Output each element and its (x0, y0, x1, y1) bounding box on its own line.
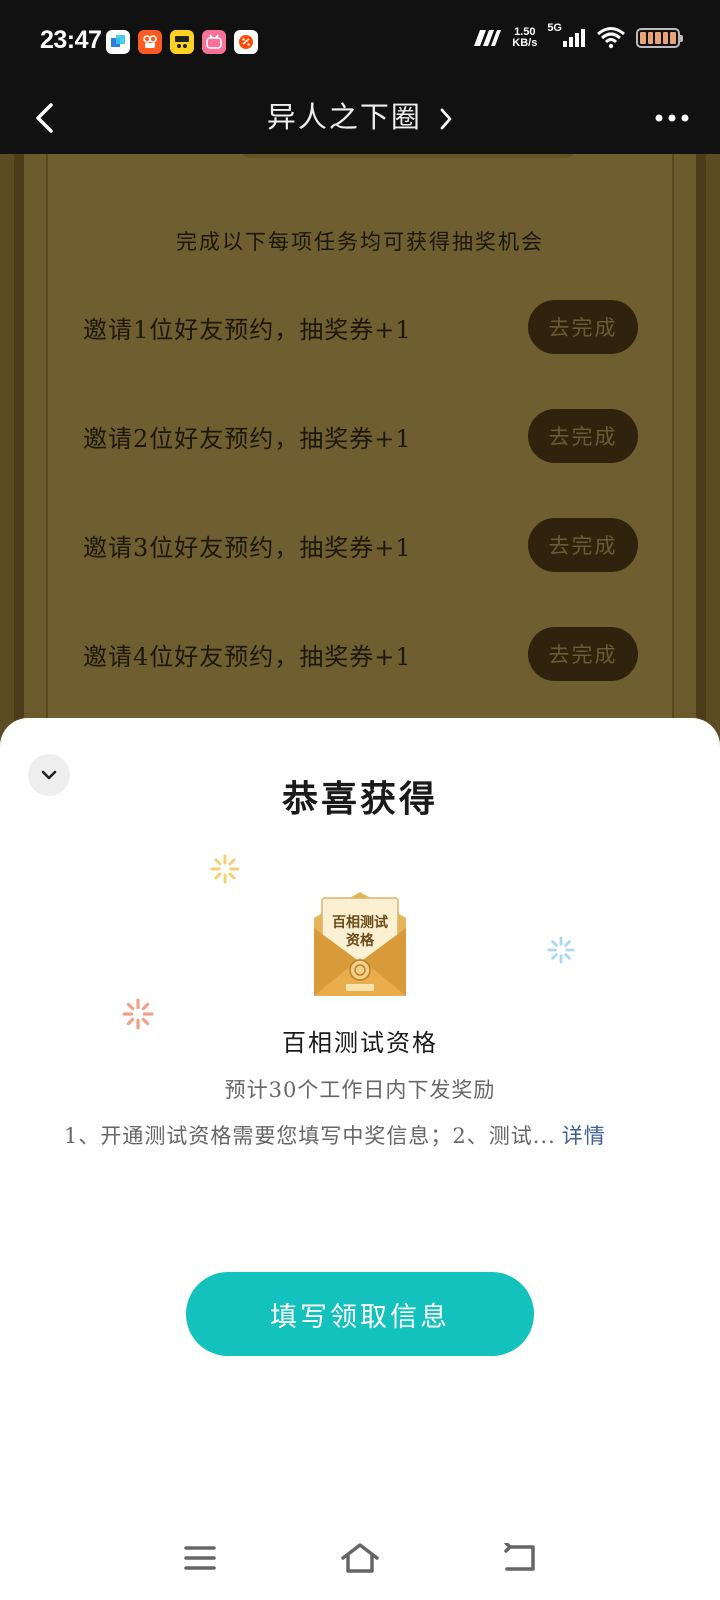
net-speed-unit: KB/s (512, 37, 538, 49)
prize-image-text: 百相测试资格 (332, 915, 388, 949)
task-complete-button[interactable]: 去完成 (528, 409, 638, 463)
circle-title[interactable]: 异人之下圈 (0, 94, 720, 136)
task-row: 邀请1位好友预约，抽奖券+1 去完成 (0, 300, 720, 354)
task-label: 邀请4位好友预约，抽奖券+1 (83, 643, 412, 671)
signal-icon (563, 29, 585, 47)
bilibili-icon (202, 30, 226, 54)
net-speed: 1.50 KB/s (512, 27, 537, 49)
prize-sheet: 恭喜获得 百相测试资格 百相测试资格 预计30个工作日内下发奖励 1、开通测试资… (0, 718, 720, 1600)
taobao-icon (234, 30, 258, 54)
kuaishou-icon (138, 30, 162, 54)
task-row: 邀请4位好友预约，抽奖券+1 去完成 (0, 627, 720, 681)
sparkle-icon (210, 854, 240, 884)
nfc-icon (474, 30, 502, 46)
task-complete-button[interactable]: 去完成 (528, 627, 638, 681)
return-icon (504, 1543, 535, 1571)
network-type: 5G (547, 22, 562, 34)
chevron-right-icon (440, 108, 452, 130)
battery-icon (636, 28, 683, 48)
tasks-intro: 完成以下每项任务均可获得抽奖机会 (176, 230, 544, 254)
page-title: 异人之下圈 (266, 100, 422, 134)
menu-icon (184, 1546, 216, 1570)
home-icon (341, 1543, 379, 1573)
top-nav: 异人之下圈 (0, 82, 720, 154)
home-button[interactable] (338, 1538, 382, 1578)
task-complete-button[interactable]: 去完成 (528, 518, 638, 572)
more-icon (655, 114, 689, 122)
task-complete-button[interactable]: 去完成 (528, 300, 638, 354)
feishu-icon (106, 30, 130, 54)
claim-info-button[interactable]: 填写领取信息 (186, 1272, 534, 1356)
more-button[interactable] (650, 98, 694, 138)
task-label: 邀请1位好友预约，抽奖券+1 (83, 316, 412, 344)
recent-apps-button[interactable] (178, 1538, 222, 1578)
sheet-title: 恭喜获得 (281, 778, 438, 820)
prize-name: 百相测试资格 (282, 1029, 438, 1057)
wifi-icon (597, 27, 625, 49)
status-clock: 23:47 (40, 26, 102, 54)
task-row: 邀请3位好友预约，抽奖券+1 去完成 (0, 518, 720, 572)
status-bar: 23:47 1.50 KB/s 5G (0, 0, 720, 82)
system-nav-bar (0, 1530, 720, 1586)
task-label: 邀请3位好友预约，抽奖券+1 (83, 534, 412, 562)
kuwo-icon (170, 30, 194, 54)
prize-eta: 预计30个工作日内下发奖励 (224, 1078, 496, 1102)
prize-envelope-image: 百相测试资格 (310, 888, 410, 1000)
task-label: 邀请2位好友预约，抽奖券+1 (83, 425, 412, 453)
details-link[interactable]: 详情 (562, 1124, 606, 1148)
task-row: 邀请2位好友预约，抽奖券+1 去完成 (0, 409, 720, 463)
prize-description: 1、开通测试资格需要您填写中奖信息；2、测试... 详情 (64, 1120, 606, 1150)
prize-description-text: 1、开通测试资格需要您填写中奖信息；2、测试... (64, 1124, 556, 1148)
status-indicators: 1.50 KB/s 5G (472, 22, 683, 50)
sparkle-icon (547, 936, 575, 964)
notification-icons (106, 30, 258, 54)
back-system-button[interactable] (498, 1538, 542, 1578)
